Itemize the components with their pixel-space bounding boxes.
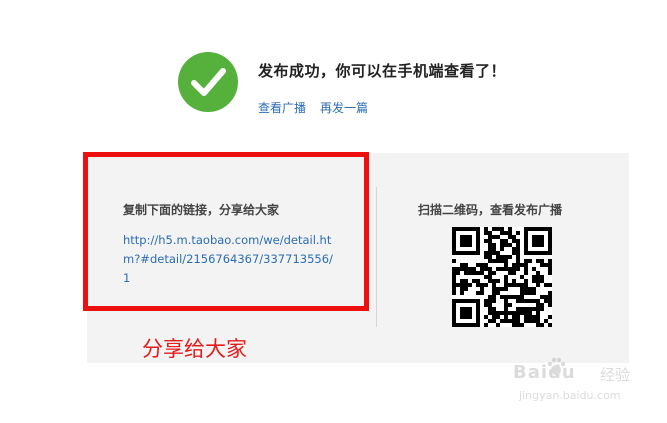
view-broadcast-link[interactable]: 查看广播 <box>258 99 306 116</box>
success-checkmark-icon <box>178 52 238 112</box>
annotation-text: 分享给大家 <box>142 337 247 361</box>
panel-divider <box>376 187 377 327</box>
annotation-highlight-box <box>83 152 369 311</box>
post-another-link[interactable]: 再发一篇 <box>320 99 368 116</box>
watermark-url: jingyan.baidu.com <box>519 389 621 402</box>
baidu-paw-icon <box>547 357 566 375</box>
watermark-brand-suffix: 经验 <box>600 366 631 384</box>
scan-qr-label: 扫描二维码，查看发布广播 <box>418 203 563 217</box>
qr-code <box>452 227 552 327</box>
baidu-jingyan-watermark: Baidu 经验 jingyan.baidu.com <box>505 356 645 408</box>
success-title: 发布成功，你可以在手机端查看了！ <box>258 62 507 80</box>
